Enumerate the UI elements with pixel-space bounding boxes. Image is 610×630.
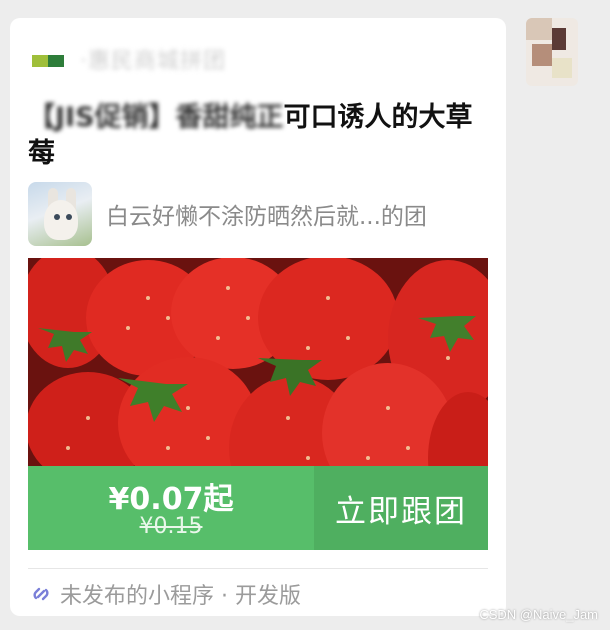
card-title: 【JIS促销】香甜纯正可口诱人的大草莓 [28,100,488,172]
original-price: ¥0.15 [139,514,203,539]
join-group-button[interactable]: 立即跟团 [314,466,488,550]
product-image: ¥0.07起 ¥0.15 立即跟团 [28,258,488,550]
source-name: ·惠民商城拼团 [80,49,226,74]
divider [28,568,488,569]
price-area: ¥0.07起 ¥0.15 [28,466,314,550]
source-logo-icon [30,49,66,69]
footer-label: 未发布的小程序 · 开发版 [60,584,301,609]
group-row: 白云好懒不涂防晒然后就...的团 [28,182,427,246]
mini-program-link-icon [33,587,49,601]
sender-avatar[interactable] [526,18,578,86]
title-masked-text: 【JIS促销】香甜纯正 [28,102,284,133]
watermark: CSDN @Naive_Jam [479,607,598,622]
current-price: ¥0.07起 [108,482,234,517]
card-footer: 未发布的小程序 · 开发版 [30,578,301,610]
group-avatar [28,182,92,246]
price-bar: ¥0.07起 ¥0.15 立即跟团 [28,466,488,550]
group-name: 白云好懒不涂防晒然后就...的团 [106,204,427,230]
source-row: ·惠民商城拼团 [30,46,226,74]
mini-program-card[interactable]: ·惠民商城拼团 【JIS促销】香甜纯正可口诱人的大草莓 白云好懒不涂防晒然后就.… [10,18,506,616]
